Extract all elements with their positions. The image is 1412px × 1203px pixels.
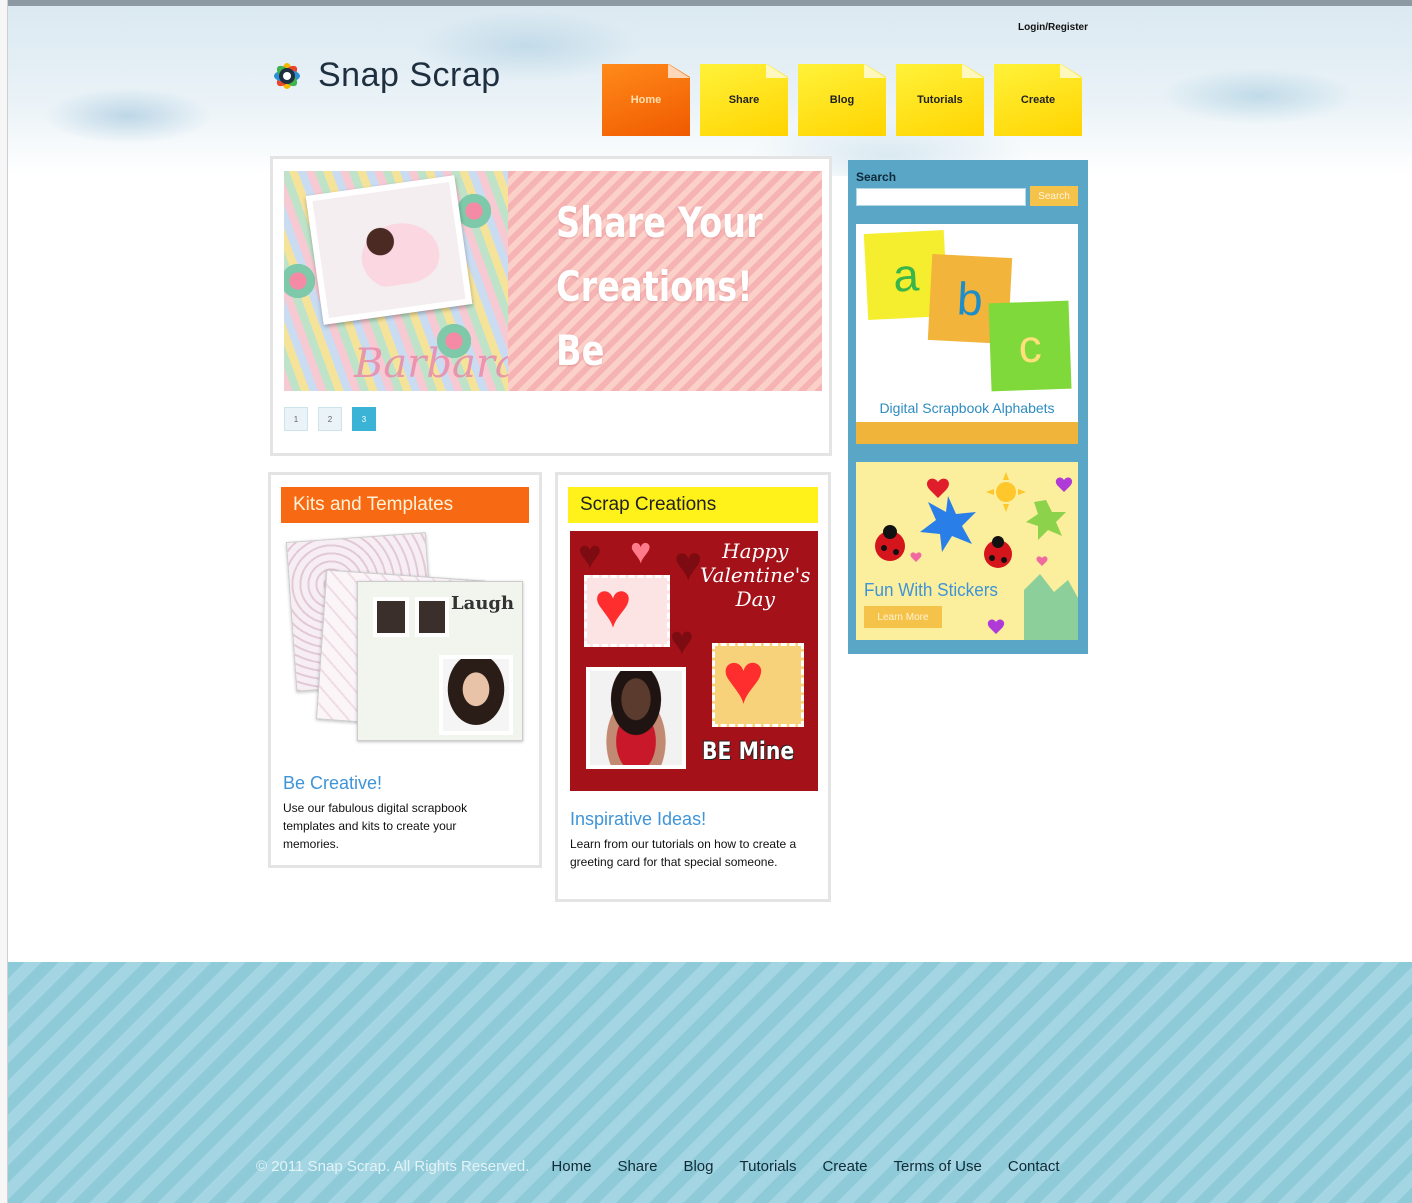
template-photo: [415, 597, 449, 637]
alphabets-promo[interactable]: a b c Digital Scrapbook Alphabets: [856, 224, 1078, 444]
footer-link-contact[interactable]: Contact: [1008, 1158, 1060, 1175]
nav-tab-label: Share: [728, 94, 760, 106]
pager-button-3[interactable]: 3: [352, 407, 376, 431]
pager-button-1[interactable]: 1: [284, 407, 308, 431]
footer-bar: © 2011 Snap Scrap. All Rights Reserved. …: [256, 1158, 1086, 1175]
template-label: Laugh: [451, 593, 515, 614]
heart-icon: ♥: [722, 639, 765, 719]
search-input[interactable]: [856, 188, 1026, 206]
main-nav: Home Share Blog Tutorials Create: [602, 64, 1082, 136]
alphabets-promo-bar: [856, 422, 1078, 444]
valentine-card-image[interactable]: ♥ ♥ ♥ ♥ ♥ ♥ Happy Valentine's Day BE Min…: [570, 531, 818, 791]
girl-photo: [586, 667, 686, 769]
valentine-text: Happy Valentine's Day: [700, 539, 811, 611]
nav-tab-label: Create: [1020, 94, 1056, 106]
nav-tab-home[interactable]: Home: [602, 64, 690, 136]
tab-fold: [864, 64, 886, 78]
hero-photo-name: Barbara: [354, 341, 519, 387]
nav-tab-share[interactable]: Share: [700, 64, 788, 136]
nav-tab-label: Home: [630, 94, 662, 106]
login-register-link[interactable]: Login/Register: [1018, 22, 1088, 33]
pager-button-2[interactable]: 2: [318, 407, 342, 431]
hero-headline: Share Your Creations! Be Inspired: [556, 191, 769, 391]
logo-text: Snap Scrap: [318, 56, 501, 94]
heart-icon: ♥: [674, 538, 703, 591]
copyright-text: © 2011 Snap Scrap. All Rights Reserved.: [256, 1158, 530, 1175]
heart-icon: ♥: [670, 619, 694, 663]
search-label: Search: [856, 170, 897, 184]
hero-banner[interactable]: Barbara Share Your Creations! Be Inspire…: [284, 171, 822, 391]
footer-link-blog[interactable]: Blog: [683, 1158, 713, 1175]
letter-c-tile: c: [988, 300, 1072, 392]
valentine-line-2: Valentine's: [700, 563, 811, 587]
nav-tab-tutorials[interactable]: Tutorials: [896, 64, 984, 136]
hero-line-1: Share Your: [556, 198, 763, 247]
footer-link-create[interactable]: Create: [822, 1158, 867, 1175]
template-photo: [373, 597, 409, 637]
scrap-card-description: Learn from our tutorials on how to creat…: [570, 837, 797, 869]
logo-flower-icon: [268, 57, 306, 95]
tab-fold: [668, 64, 690, 78]
footer-link-home[interactable]: Home: [551, 1158, 591, 1175]
stickers-caption: Fun With Stickers: [864, 580, 998, 600]
sidebar: Search Search a b c Digital Scrapbook Al…: [848, 160, 1088, 654]
template-photo: [439, 655, 513, 735]
hero-scrapbook-photo: Barbara: [284, 171, 519, 391]
kits-card: Kits and Templates Laugh Be Creative! Us…: [268, 472, 542, 868]
alphabets-caption: Digital Scrapbook Alphabets: [879, 400, 1055, 416]
scrap-card-title[interactable]: Inspirative Ideas!: [570, 809, 706, 830]
learn-more-button[interactable]: Learn More: [864, 606, 942, 628]
hero-line-2: Creations!: [556, 262, 753, 311]
nav-tab-blog[interactable]: Blog: [798, 64, 886, 136]
tab-fold: [1060, 64, 1082, 78]
stickers-promo[interactable]: Fun With Stickers Learn More: [856, 462, 1078, 640]
footer-link-terms[interactable]: Terms of Use: [894, 1158, 982, 1175]
site-logo[interactable]: Snap Scrap: [268, 56, 501, 95]
baby-photo-card: [305, 175, 473, 325]
heart-icon: ♥: [630, 531, 652, 571]
slider-pager: 1 2 3: [284, 407, 376, 431]
be-mine-caption: BE Mine: [702, 737, 795, 765]
kits-card-title[interactable]: Be Creative!: [283, 773, 382, 794]
scrap-card: Scrap Creations ♥ ♥ ♥ ♥ ♥ ♥ Happy Valent…: [555, 472, 831, 902]
heart-icon: ♥: [594, 569, 632, 641]
kits-card-heading: Kits and Templates: [281, 487, 529, 523]
search-button[interactable]: Search: [1030, 186, 1078, 206]
hero-slider: Barbara Share Your Creations! Be Inspire…: [270, 156, 832, 456]
nav-tab-create[interactable]: Create: [994, 64, 1082, 136]
baby-image: [345, 209, 445, 292]
footer: © 2011 Snap Scrap. All Rights Reserved. …: [8, 962, 1412, 1203]
footer-link-share[interactable]: Share: [617, 1158, 657, 1175]
tab-fold: [766, 64, 788, 78]
hero-text-area: Share Your Creations! Be Inspired: [508, 171, 822, 391]
valentine-line-3: Day: [735, 587, 775, 611]
nav-tab-label: Blog: [829, 94, 855, 106]
valentine-line-1: Happy: [722, 539, 789, 563]
kits-card-description: Use our fabulous digital scrapbook templ…: [283, 801, 468, 851]
scrap-card-heading: Scrap Creations: [568, 487, 818, 523]
page-left-border: [0, 0, 8, 1203]
kits-image[interactable]: Laugh: [285, 532, 525, 747]
tab-fold: [962, 64, 984, 78]
flower-decoration: [284, 261, 318, 301]
footer-link-tutorials[interactable]: Tutorials: [740, 1158, 797, 1175]
hero-line-3: Be Inspired: [556, 326, 711, 391]
nav-tab-label: Tutorials: [917, 94, 963, 106]
